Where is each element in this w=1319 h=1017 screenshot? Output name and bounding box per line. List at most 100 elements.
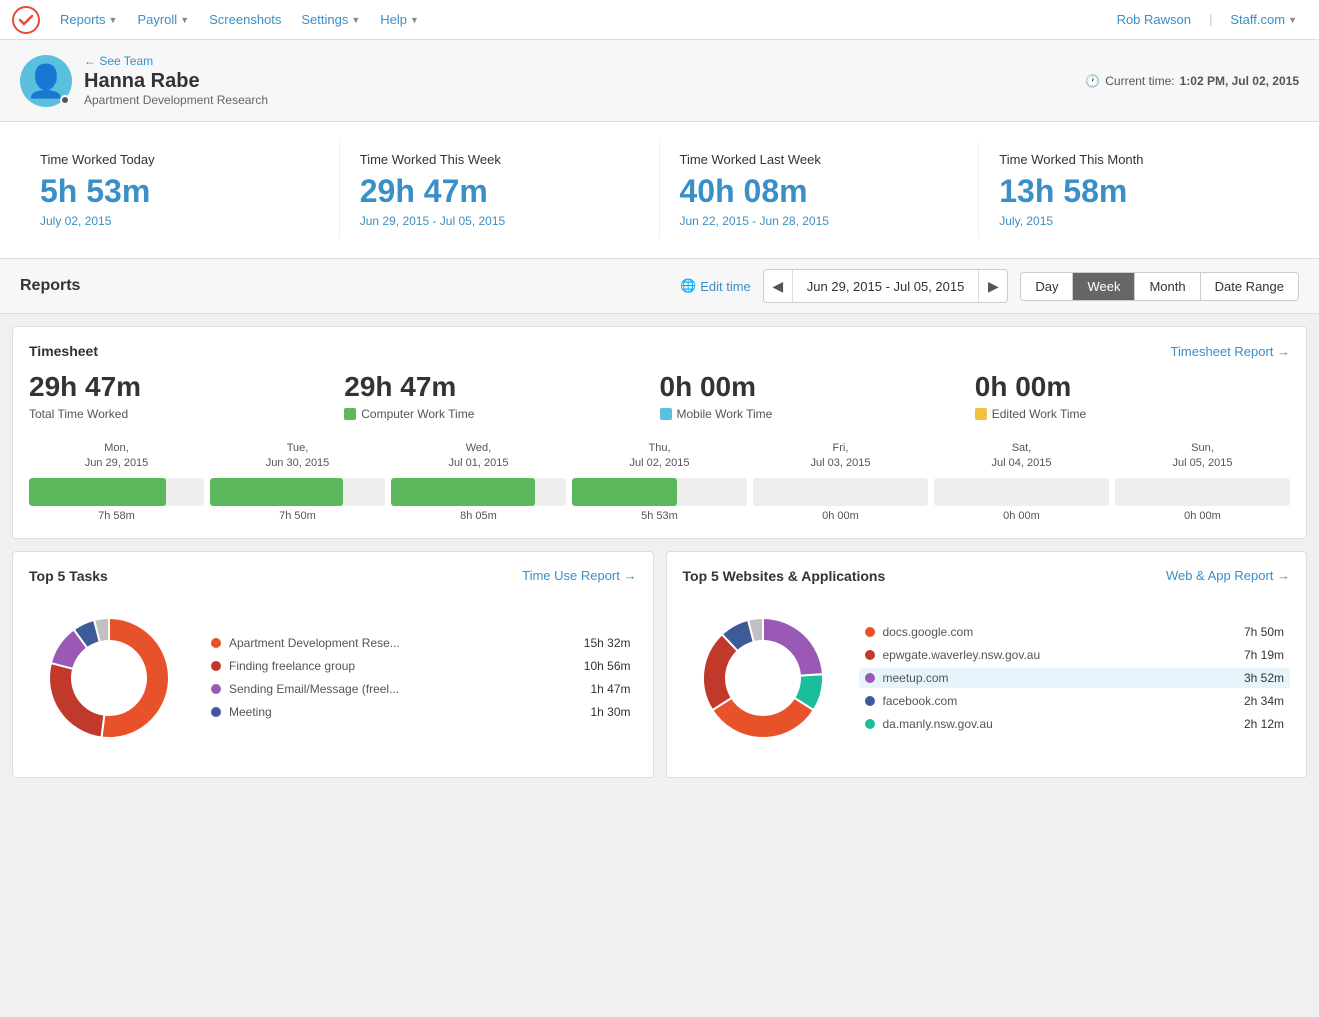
nav-separator: | (1209, 12, 1212, 27)
day-bar-0 (29, 478, 166, 506)
top-websites-title: Top 5 Websites & Applications (683, 568, 886, 584)
stat-item-3: Time Worked This Month 13h 58m July, 201… (979, 142, 1299, 238)
nav-help[interactable]: Help ▼ (370, 12, 429, 27)
stats-section: Time Worked Today 5h 53m July 02, 2015Ti… (0, 122, 1319, 259)
user-header: 👤 ← See Team Hanna Rabe Apartment Develo… (0, 40, 1319, 122)
date-navigator: ◀ Jun 29, 2015 - Jul 05, 2015 ▶ (763, 269, 1009, 303)
task-dot-1 (211, 661, 221, 671)
stat-period-3: July, 2015 (999, 214, 1279, 228)
nav-screenshots[interactable]: Screenshots (199, 12, 291, 27)
current-time-value: 1:02 PM, Jul 02, 2015 (1180, 74, 1299, 88)
nav-payroll[interactable]: Payroll ▼ (127, 12, 199, 27)
navigation: Reports ▼ Payroll ▼ Screenshots Settings… (0, 0, 1319, 40)
task-label-1: Finding freelance group (229, 659, 576, 673)
nav-user[interactable]: Rob Rawson (1107, 12, 1201, 27)
day-col-1: Tue,Jun 30, 2015 7h 50m (210, 441, 385, 522)
see-team-link[interactable]: ← See Team (84, 54, 268, 68)
timesheet-report-link[interactable]: Timesheet Report → (1171, 344, 1290, 359)
task-legend-item-2: Sending Email/Message (freel... 1h 47m (205, 679, 637, 699)
day-label-2: Wed,Jul 01, 2015 (449, 441, 509, 472)
day-label-5: Sat,Jul 04, 2015 (992, 441, 1052, 472)
day-bar-2 (391, 478, 535, 506)
reports-header: Reports 🌐 Edit time ◀ Jun 29, 2015 - Jul… (0, 259, 1319, 314)
day-col-4: Fri,Jul 03, 2015 0h 00m (753, 441, 928, 522)
timesheet-title: Timesheet (29, 343, 98, 359)
ts-label-2: Mobile Work Time (660, 407, 975, 421)
nav-company[interactable]: Staff.com ▼ (1220, 12, 1307, 27)
websites-legend: docs.google.com 7h 50m epwgate.waverley.… (859, 622, 1291, 737)
website-label-4: da.manly.nsw.gov.au (883, 717, 1236, 731)
website-value-3: 2h 34m (1244, 694, 1284, 708)
task-value-3: 1h 30m (590, 705, 630, 719)
period-btn-date-range[interactable]: Date Range (1201, 273, 1298, 300)
website-legend-item-3: facebook.com 2h 34m (859, 691, 1291, 711)
day-bar-wrap-2 (391, 478, 566, 506)
period-btn-day[interactable]: Day (1021, 273, 1073, 300)
website-dot-1 (865, 650, 875, 660)
top-tasks-panel: Top 5 Tasks Time Use Report → Apartment … (12, 551, 654, 778)
day-label-4: Fri,Jul 03, 2015 (811, 441, 871, 472)
website-label-2: meetup.com (883, 671, 1236, 685)
day-col-3: Thu,Jul 02, 2015 5h 53m (572, 441, 747, 522)
ts-value-3: 0h 00m (975, 371, 1290, 403)
website-value-0: 7h 50m (1244, 625, 1284, 639)
clock-icon: 🕐 (1085, 74, 1100, 88)
day-col-6: Sun,Jul 05, 2015 0h 00m (1115, 441, 1290, 522)
stat-value-1: 29h 47m (360, 173, 639, 210)
nav-settings[interactable]: Settings ▼ (291, 12, 370, 27)
period-btn-month[interactable]: Month (1135, 273, 1200, 300)
next-date-button[interactable]: ▶ (979, 270, 1007, 302)
website-value-1: 7h 19m (1244, 648, 1284, 662)
day-time-4: 0h 00m (822, 510, 859, 522)
website-legend-item-0: docs.google.com 7h 50m (859, 622, 1291, 642)
task-dot-2 (211, 684, 221, 694)
ts-stat-2: 0h 00m Mobile Work Time (660, 367, 975, 425)
task-value-1: 10h 56m (584, 659, 631, 673)
ts-label-1: Computer Work Time (344, 407, 659, 421)
day-time-3: 5h 53m (641, 510, 678, 522)
website-dot-4 (865, 719, 875, 729)
website-value-2: 3h 52m (1244, 671, 1284, 685)
ts-value-1: 29h 47m (344, 371, 659, 403)
day-bar-3 (572, 478, 677, 506)
avatar-status-dot (60, 95, 70, 105)
day-label-0: Mon,Jun 29, 2015 (85, 441, 149, 472)
top-websites-panel: Top 5 Websites & Applications Web & App … (666, 551, 1308, 778)
edit-time-button[interactable]: 🌐 Edit time (680, 278, 751, 294)
stat-label-1: Time Worked This Week (360, 152, 639, 167)
reports-section-title: Reports (20, 277, 668, 295)
website-legend-item-4: da.manly.nsw.gov.au 2h 12m (859, 714, 1291, 734)
top-tasks-title: Top 5 Tasks (29, 568, 108, 584)
website-dot-0 (865, 627, 875, 637)
period-btn-week[interactable]: Week (1073, 273, 1135, 300)
ts-dot-yellow (975, 408, 987, 420)
avatar-icon: 👤 (26, 62, 66, 100)
top-websites-header: Top 5 Websites & Applications Web & App … (683, 568, 1291, 584)
day-time-2: 8h 05m (460, 510, 497, 522)
task-dot-0 (211, 638, 221, 648)
day-label-3: Thu,Jul 02, 2015 (630, 441, 690, 472)
current-time-label: Current time: (1105, 74, 1174, 88)
stat-label-2: Time Worked Last Week (680, 152, 959, 167)
day-bar-wrap-0 (29, 478, 204, 506)
app-logo[interactable] (12, 6, 40, 34)
web-app-report-link[interactable]: Web & App Report → (1166, 568, 1290, 583)
ts-stat-0: 29h 47m Total Time Worked (29, 367, 344, 425)
stat-value-2: 40h 08m (680, 173, 959, 210)
nav-payroll-caret: ▼ (180, 15, 189, 25)
ts-value-2: 0h 00m (660, 371, 975, 403)
day-time-6: 0h 00m (1184, 510, 1221, 522)
nav-reports[interactable]: Reports ▼ (50, 12, 127, 27)
day-bar-wrap-1 (210, 478, 385, 506)
day-bar-1 (210, 478, 343, 506)
time-use-report-link[interactable]: Time Use Report → (522, 568, 636, 583)
tasks-legend: Apartment Development Rese... 15h 32m Fi… (205, 633, 637, 725)
nav-user-area: Rob Rawson | Staff.com ▼ (1107, 12, 1307, 27)
timesheet-header: Timesheet Timesheet Report → (29, 343, 1290, 359)
website-dot-2 (865, 673, 875, 683)
nav-help-caret: ▼ (410, 15, 419, 25)
prev-date-button[interactable]: ◀ (764, 270, 792, 302)
stat-label-0: Time Worked Today (40, 152, 319, 167)
day-col-0: Mon,Jun 29, 2015 7h 58m (29, 441, 204, 522)
date-range-label: Jun 29, 2015 - Jul 05, 2015 (792, 270, 980, 302)
